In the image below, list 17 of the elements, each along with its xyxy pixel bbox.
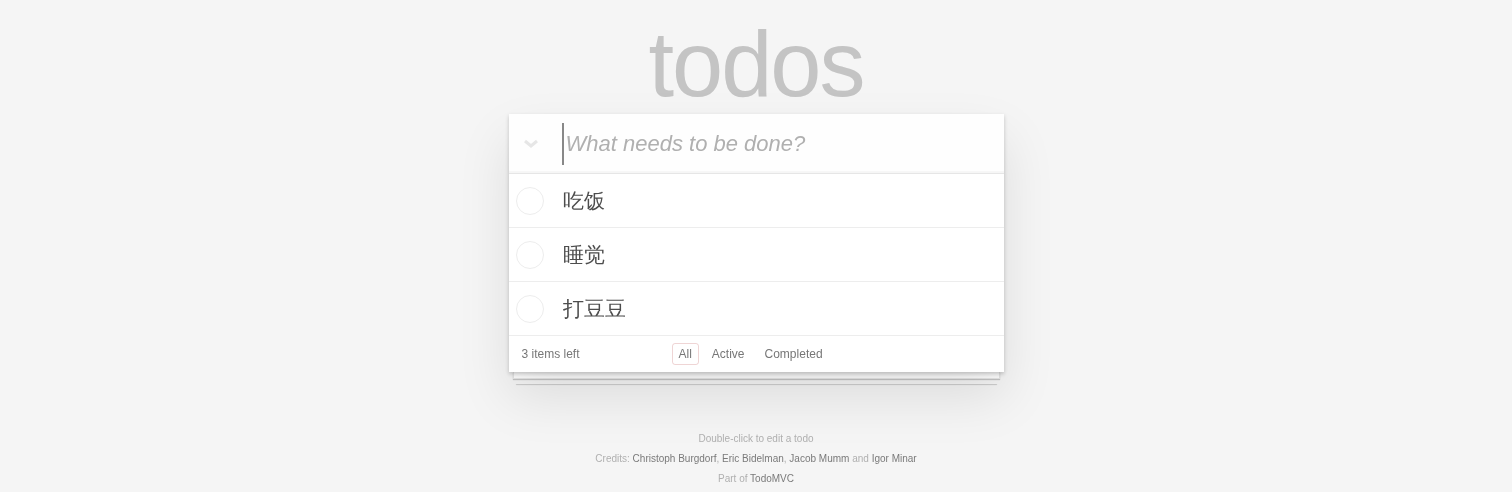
part-of-text: Part of TodoMVC xyxy=(718,473,794,485)
credit-link[interactable]: Eric Bidelman xyxy=(722,453,784,464)
credit-link[interactable]: Jacob Mumm xyxy=(789,453,850,464)
filter-link[interactable]: Completed xyxy=(757,343,830,365)
items-left-count: 3 items left xyxy=(521,347,581,361)
filter-link[interactable]: All xyxy=(671,343,699,365)
todo-title: 吃饭 xyxy=(562,187,605,214)
credit-link[interactable]: TodoMVC xyxy=(750,473,794,484)
credits-text: Credits: Christoph Burgdorf, Eric Bidelman, Jacob Mumm and Igor Minar xyxy=(595,453,917,465)
filter-link[interactable]: Active xyxy=(704,343,752,365)
credit-link[interactable]: Igor Minar xyxy=(871,453,917,464)
chevron-down-icon xyxy=(522,138,539,149)
todo-title: 打豆豆 xyxy=(562,295,626,322)
edit-hint: Double-click to edit a todo xyxy=(698,433,814,445)
todo-title: 睡觉 xyxy=(562,241,605,268)
new-todo-field[interactable]: What needs to be done? xyxy=(561,122,1004,165)
credit-link[interactable]: Christoph Burgdorf xyxy=(632,453,717,464)
